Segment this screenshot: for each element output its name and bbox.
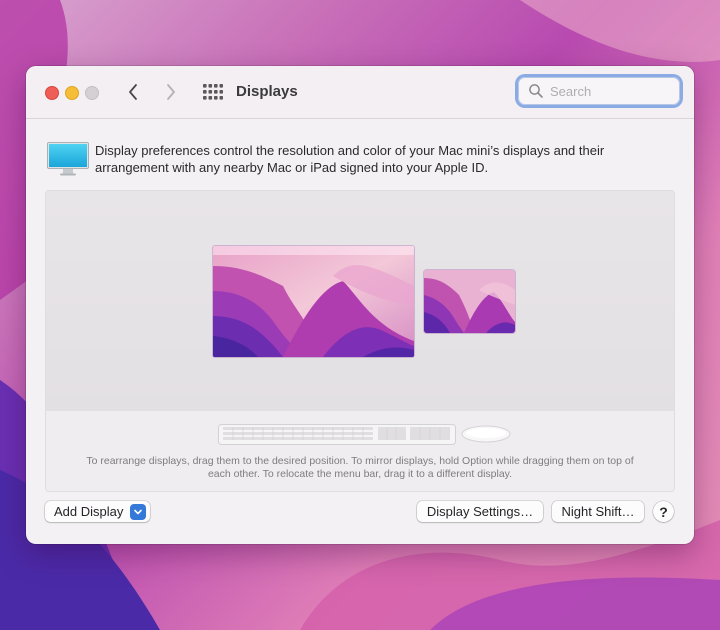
chevron-down-icon	[130, 503, 146, 520]
add-display-label: Add Display	[54, 504, 124, 519]
search-input[interactable]	[550, 81, 670, 101]
minimize-window-button[interactable]	[65, 86, 79, 100]
grid-icon	[203, 84, 223, 100]
titlebar: Displays	[26, 66, 694, 119]
mouse-icon	[461, 425, 511, 443]
display-arrangement-area[interactable]: To rearrange displays, drag them to the …	[45, 190, 675, 492]
arrangement-hint: To rearrange displays, drag them to the …	[86, 455, 634, 480]
search-icon	[529, 84, 543, 98]
zoom-window-button[interactable]	[85, 86, 99, 100]
display-icon	[47, 142, 89, 176]
chevron-right-icon	[167, 84, 175, 100]
forward-button[interactable]	[160, 80, 182, 104]
night-shift-button[interactable]: Night Shift…	[552, 501, 644, 522]
chevron-left-icon	[129, 84, 137, 100]
menu-bar-indicator[interactable]	[213, 246, 414, 255]
keyboard-icon	[218, 424, 456, 445]
display-settings-button[interactable]: Display Settings…	[417, 501, 543, 522]
window-title: Displays	[236, 83, 298, 100]
content-area: Display preferences control the resoluti…	[26, 119, 694, 544]
displays-window: Displays Display preferences control the…	[26, 66, 694, 544]
close-window-button[interactable]	[45, 86, 59, 100]
search-field[interactable]	[518, 77, 680, 105]
main-display-wallpaper	[213, 246, 414, 357]
secondary-display[interactable]	[424, 270, 515, 333]
show-all-button[interactable]	[201, 81, 223, 103]
help-button[interactable]: ?	[653, 501, 674, 522]
back-button[interactable]	[122, 80, 144, 104]
main-display[interactable]	[213, 246, 414, 357]
add-display-popup[interactable]: Add Display	[45, 501, 150, 522]
description-text: Display preferences control the resoluti…	[95, 143, 605, 175]
secondary-display-wallpaper	[424, 270, 515, 333]
